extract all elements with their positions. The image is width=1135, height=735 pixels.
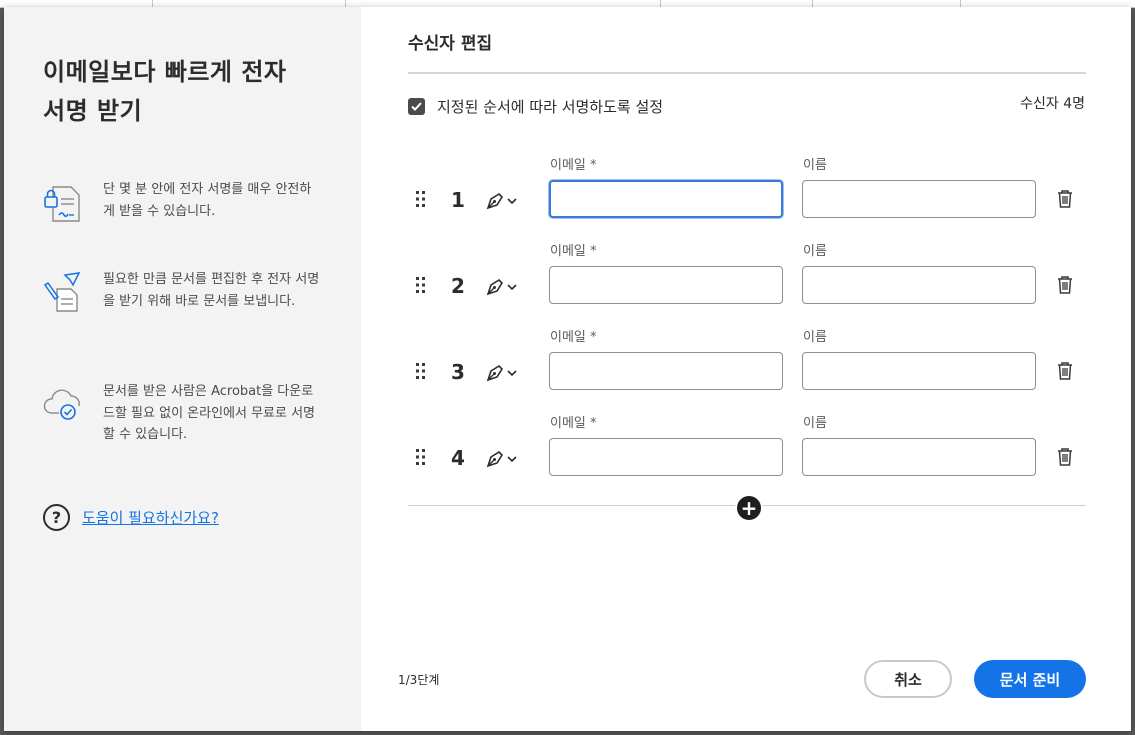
help-row: ? 도움이 필요하신가요? <box>43 504 219 531</box>
role-dropdown[interactable] <box>484 276 518 298</box>
email-label: 이메일 * <box>550 158 597 173</box>
checkmark-icon <box>411 102 422 111</box>
chevron-down-icon <box>507 370 517 377</box>
cancel-button[interactable]: 취소 <box>864 660 952 698</box>
email-label: 이메일 * <box>550 330 597 345</box>
name-field[interactable] <box>802 266 1036 304</box>
name-label: 이름 <box>803 158 827 173</box>
feature-text: 단 몇 분 안에 전자 서명를 매우 안전하게 받을 수 있습니다. <box>103 182 312 219</box>
chevron-down-icon <box>507 198 517 205</box>
signing-order-label: 지정된 순서에 따라 서명하도록 설정 <box>437 98 664 116</box>
recipient-row-4: 4 이메일 * 이름 <box>408 412 1088 498</box>
pen-nib-icon <box>486 450 504 468</box>
feature-item-secure: 단 몇 분 안에 전자 서명를 매우 안전하게 받을 수 있습니다. <box>41 179 341 225</box>
drag-handle-icon[interactable] <box>415 276 427 294</box>
dialog-title: 수신자 편집 <box>408 34 493 54</box>
edit-recipients-dialog: 이메일보다 빠르게 전자 서명 받기 단 몇 분 안에 전자 서명를 매우 안전… <box>4 7 1131 731</box>
email-field[interactable] <box>549 180 783 218</box>
prepare-document-button[interactable]: 문서 준비 <box>974 660 1086 698</box>
info-title-line-2: 서명 받기 <box>43 97 143 125</box>
recipient-count: 수신자 4명 <box>1020 96 1085 112</box>
recipient-number: 1 <box>451 188 465 212</box>
lock-document-icon <box>41 179 87 225</box>
email-field[interactable] <box>549 352 783 390</box>
add-recipient-button[interactable]: + <box>735 494 763 522</box>
title-divider <box>408 72 1086 74</box>
recipient-number: 3 <box>451 360 465 384</box>
name-field[interactable] <box>802 438 1036 476</box>
recipient-number: 4 <box>451 446 465 470</box>
recipient-number: 2 <box>451 274 465 298</box>
role-dropdown[interactable] <box>484 362 518 384</box>
signing-order-row: 지정된 순서에 따라 서명하도록 설정 <box>408 96 663 117</box>
info-title-line-1: 이메일보다 빠르게 전자 <box>43 58 287 86</box>
help-link[interactable]: 도움이 필요하신가요? <box>82 507 219 528</box>
recipients-panel: 수신자 편집 지정된 순서에 따라 서명하도록 설정 수신자 4명 1 이메일 … <box>361 7 1131 731</box>
pen-nib-icon <box>486 278 504 296</box>
signing-order-checkbox[interactable] <box>408 98 425 115</box>
recipient-row-3: 3 이메일 * 이름 <box>408 326 1088 412</box>
feature-item-send: 필요한 만큼 문서를 편집한 후 전자 서명을 받기 위해 바로 문서를 보냅니… <box>41 269 341 315</box>
feature-item-cloud: 문서를 받은 사람은 Acrobat을 다운로드할 필요 없이 온라인에서 무료… <box>41 381 341 446</box>
info-panel: 이메일보다 빠르게 전자 서명 받기 단 몇 분 안에 전자 서명를 매우 안전… <box>4 7 361 731</box>
recipient-row-1: 1 이메일 * 이름 <box>408 154 1088 240</box>
send-document-icon <box>41 269 87 315</box>
name-label: 이름 <box>803 244 827 259</box>
recipient-row-2: 2 이메일 * 이름 <box>408 240 1088 326</box>
name-field[interactable] <box>802 352 1036 390</box>
pen-nib-icon <box>486 192 504 210</box>
feature-text: 문서를 받은 사람은 Acrobat을 다운로드할 필요 없이 온라인에서 무료… <box>103 384 316 442</box>
info-panel-title: 이메일보다 빠르게 전자 서명 받기 <box>43 53 343 131</box>
trash-icon[interactable] <box>1056 447 1074 471</box>
pen-nib-icon <box>486 364 504 382</box>
email-field[interactable] <box>549 266 783 304</box>
feature-text: 필요한 만큼 문서를 편집한 후 전자 서명을 받기 위해 바로 문서를 보냅니… <box>103 272 320 309</box>
drag-handle-icon[interactable] <box>415 190 427 208</box>
name-field[interactable] <box>802 180 1036 218</box>
email-label: 이메일 * <box>550 416 597 431</box>
step-indicator: 1/3단계 <box>398 673 440 687</box>
help-circle-icon: ? <box>43 504 70 531</box>
name-label: 이름 <box>803 416 827 431</box>
email-label: 이메일 * <box>550 244 597 259</box>
cloud-check-icon <box>41 381 87 427</box>
chevron-down-icon <box>507 456 517 463</box>
role-dropdown[interactable] <box>484 448 518 470</box>
drag-handle-icon[interactable] <box>415 362 427 380</box>
chevron-down-icon <box>507 284 517 291</box>
trash-icon[interactable] <box>1056 361 1074 385</box>
email-field[interactable] <box>549 438 783 476</box>
drag-handle-icon[interactable] <box>415 448 427 466</box>
trash-icon[interactable] <box>1056 189 1074 213</box>
role-dropdown[interactable] <box>484 190 518 212</box>
name-label: 이름 <box>803 330 827 345</box>
trash-icon[interactable] <box>1056 275 1074 299</box>
